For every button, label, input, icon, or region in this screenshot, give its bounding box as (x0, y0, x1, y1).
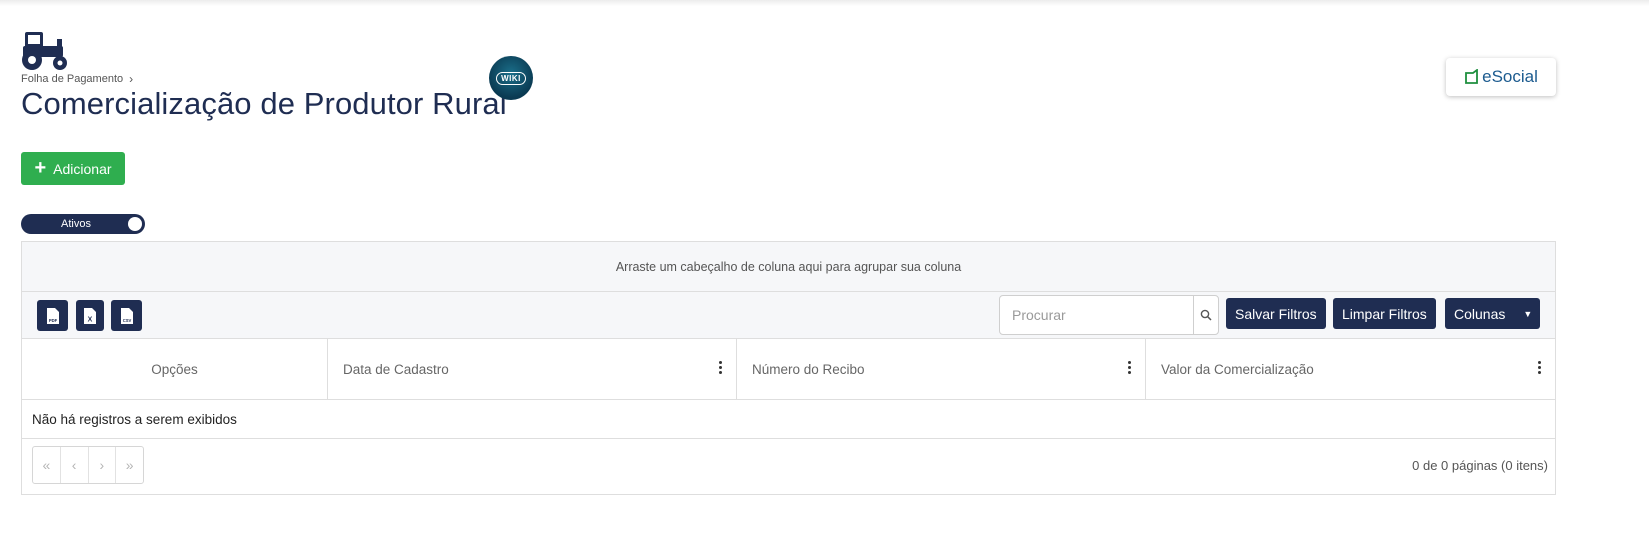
pager-row: « ‹ › » 0 de 0 páginas (0 itens) (22, 439, 1555, 495)
empty-message: Não há registros a serem exibidos (32, 411, 237, 427)
breadcrumb-parent-link[interactable]: Folha de Pagamento (21, 73, 123, 85)
tractor-icon (22, 32, 67, 70)
kebab-menu-icon[interactable] (1538, 361, 1541, 376)
search-box (999, 295, 1219, 335)
active-filter-label: Ativos (61, 218, 91, 230)
group-panel[interactable]: Arraste um cabeçalho de coluna aqui para… (22, 242, 1555, 292)
pager-info: 0 de 0 páginas (0 itens) (1412, 458, 1548, 473)
column-header-options[interactable]: Opções (22, 339, 328, 399)
search-icon[interactable] (1193, 296, 1218, 334)
clear-filters-button[interactable]: Limpar Filtros (1333, 298, 1436, 329)
column-header-registration-date[interactable]: Data de Cadastro (328, 339, 737, 399)
esocial-button[interactable]: eSocial (1446, 58, 1556, 96)
column-header-label: Data de Cadastro (343, 361, 449, 377)
empty-message-row: Não há registros a serem exibidos (22, 400, 1555, 439)
save-filters-button[interactable]: Salvar Filtros (1226, 298, 1326, 329)
chevron-right-icon: › (129, 72, 134, 86)
export-pdf-button[interactable]: PDF (37, 300, 68, 331)
group-panel-hint: Arraste um cabeçalho de coluna aqui para… (615, 259, 962, 274)
export-excel-button[interactable]: X (76, 300, 104, 331)
first-page-button[interactable]: « (33, 447, 61, 483)
breadcrumb: Folha de Pagamento › (21, 72, 133, 86)
esocial-label: eSocial (1482, 67, 1538, 86)
pdf-icon-text: PDF (48, 318, 57, 323)
column-header-sale-value[interactable]: Valor da Comercialização (1146, 339, 1555, 399)
pagination: « ‹ › » (32, 446, 144, 484)
toggle-knob (128, 217, 142, 231)
wiki-button[interactable]: WIKI (489, 56, 533, 100)
wiki-label: WIKI (496, 71, 526, 85)
columns-dropdown-button[interactable]: Colunas ▼ (1445, 298, 1540, 329)
add-button[interactable]: + Adicionar (21, 152, 125, 185)
next-page-button[interactable]: › (89, 447, 117, 483)
csv-icon: CSV (120, 307, 133, 324)
grid-header-row: Opções Data de Cadastro Número do Recibo… (22, 339, 1555, 400)
last-page-button[interactable]: » (116, 447, 143, 483)
kebab-menu-icon[interactable] (1128, 361, 1131, 376)
active-filter-toggle[interactable]: Ativos (21, 214, 145, 234)
page-title: Comercialização de Produtor Rural (21, 86, 507, 121)
top-bar (0, 0, 1649, 6)
column-header-label: Número do Recibo (752, 361, 865, 377)
search-input[interactable] (1010, 296, 1194, 334)
plus-icon: + (34, 156, 47, 179)
columns-dropdown-label: Colunas (1454, 305, 1506, 322)
export-csv-button[interactable]: CSV (111, 300, 142, 331)
prev-page-button[interactable]: ‹ (61, 447, 89, 483)
column-header-label: Valor da Comercialização (1161, 361, 1314, 377)
csv-icon-text: CSV (122, 318, 131, 323)
excel-icon-text: X (88, 316, 93, 323)
column-header-receipt-number[interactable]: Número do Recibo (737, 339, 1146, 399)
excel-icon: X (84, 307, 96, 324)
grid-toolbar: PDF X CSV Salvar Filtros (22, 292, 1555, 339)
column-header-label: Opções (151, 361, 198, 377)
pdf-icon: PDF (46, 307, 59, 324)
add-button-label: Adicionar (53, 160, 112, 177)
caret-down-icon: ▼ (1523, 308, 1533, 319)
data-grid: Arraste um cabeçalho de coluna aqui para… (21, 241, 1556, 495)
esocial-logo-icon (1465, 69, 1479, 84)
kebab-menu-icon[interactable] (719, 361, 722, 376)
